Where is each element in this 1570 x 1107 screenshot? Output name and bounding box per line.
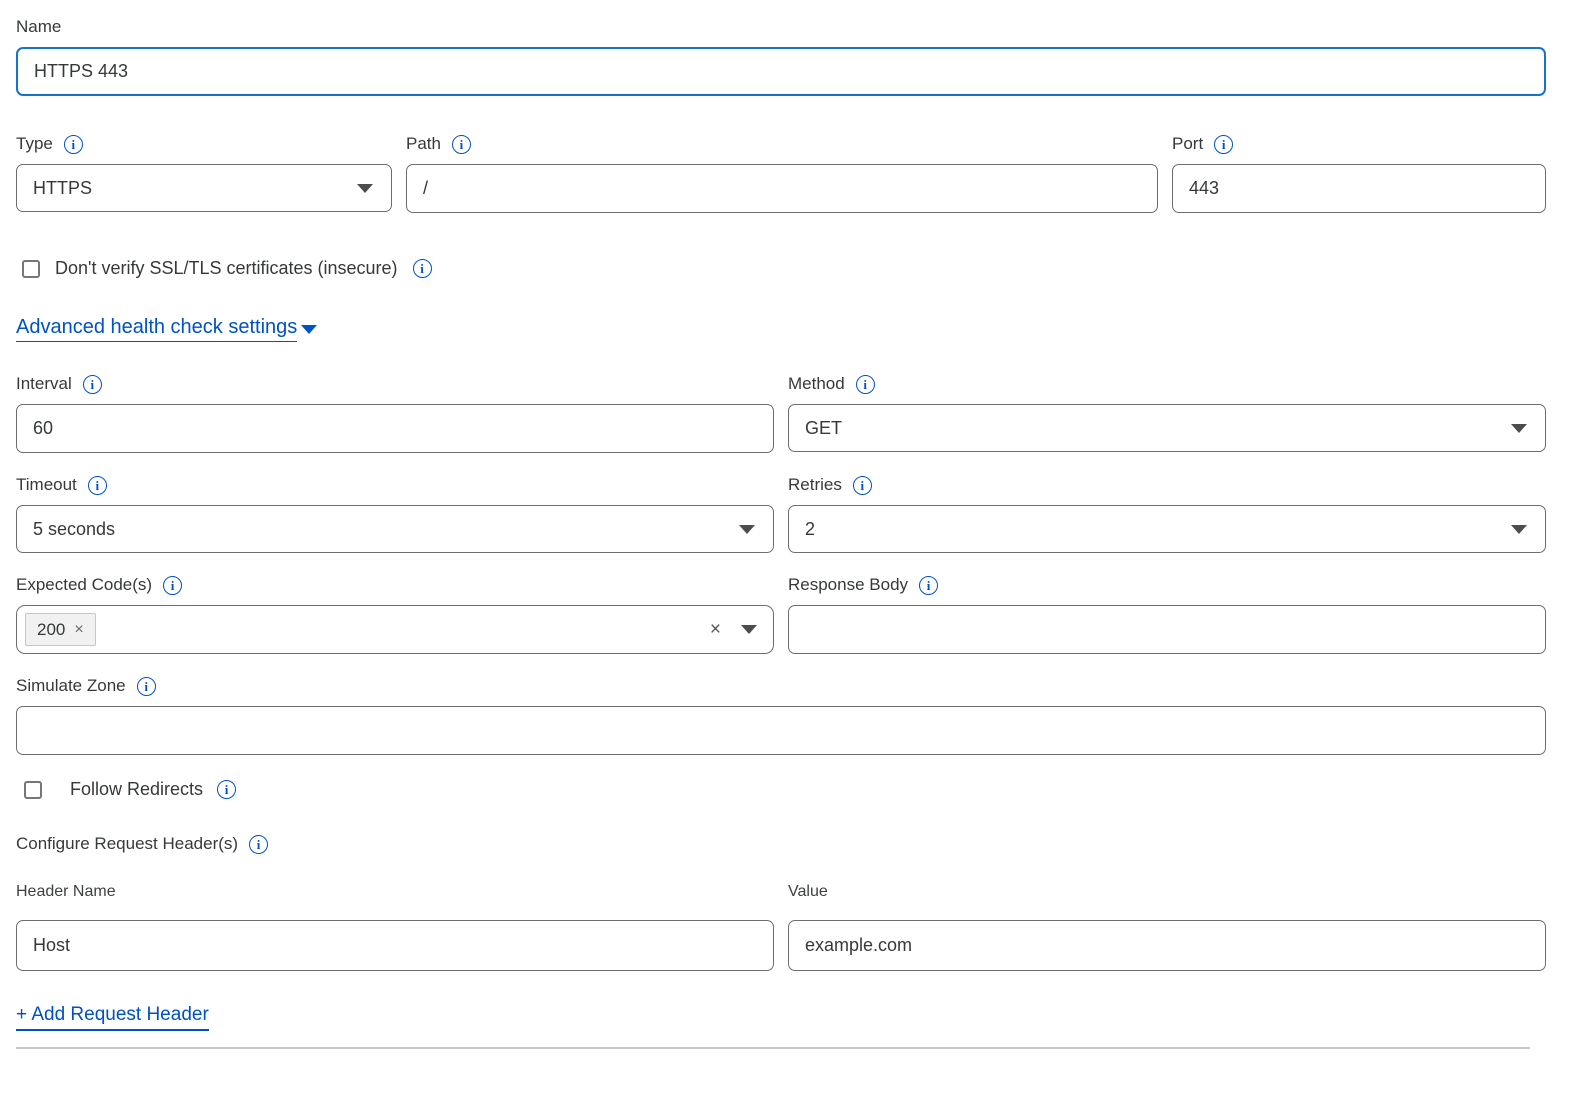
type-select[interactable]: HTTPS bbox=[16, 164, 392, 212]
interval-field-group: Interval i bbox=[16, 373, 774, 453]
retries-selected-value: 2 bbox=[805, 519, 815, 540]
method-select[interactable]: GET bbox=[788, 404, 1546, 452]
retries-label-text: Retries bbox=[788, 474, 842, 496]
request-header-row: Header Name Value bbox=[16, 881, 1546, 971]
method-label: Method i bbox=[788, 373, 1546, 395]
port-label-text: Port bbox=[1172, 133, 1203, 155]
port-field-group: Port i bbox=[1172, 133, 1546, 213]
verify-ssl-label: Don't verify SSL/TLS certificates (insec… bbox=[55, 258, 398, 279]
follow-redirects-label: Follow Redirects bbox=[70, 779, 203, 800]
chevron-down-icon bbox=[741, 625, 757, 634]
interval-input[interactable] bbox=[16, 404, 774, 453]
chevron-down-icon bbox=[1511, 424, 1527, 433]
type-info-icon[interactable]: i bbox=[64, 135, 83, 154]
simulate-zone-label-text: Simulate Zone bbox=[16, 675, 126, 697]
triangle-down-icon bbox=[301, 325, 317, 334]
path-input[interactable] bbox=[406, 164, 1158, 213]
method-selected-value: GET bbox=[805, 418, 842, 439]
retries-select[interactable]: 2 bbox=[788, 505, 1546, 553]
simulate-zone-label: Simulate Zone i bbox=[16, 675, 1546, 697]
header-name-label-text: Header Name bbox=[16, 881, 116, 903]
chevron-down-icon bbox=[1511, 525, 1527, 534]
advanced-settings-row: Advanced health check settings bbox=[16, 316, 1546, 342]
retries-label: Retries i bbox=[788, 474, 1546, 496]
health-check-form: Name Type i HTTPS Path i Port i bbox=[0, 0, 1570, 1049]
verify-ssl-info-icon[interactable]: i bbox=[413, 259, 432, 278]
port-info-icon[interactable]: i bbox=[1214, 135, 1233, 154]
simulate-zone-input[interactable] bbox=[16, 706, 1546, 755]
verify-ssl-checkbox[interactable] bbox=[22, 260, 40, 278]
advanced-settings-link-text: Advanced health check settings bbox=[16, 316, 297, 342]
type-field-group: Type i HTTPS bbox=[16, 133, 392, 213]
port-label: Port i bbox=[1172, 133, 1546, 155]
timeout-field-group: Timeout i 5 seconds bbox=[16, 474, 774, 553]
type-selected-value: HTTPS bbox=[33, 178, 92, 199]
port-input[interactable] bbox=[1172, 164, 1546, 213]
header-value-input[interactable] bbox=[788, 920, 1546, 971]
header-value-label-text: Value bbox=[788, 881, 828, 903]
timeout-label: Timeout i bbox=[16, 474, 774, 496]
name-label-text: Name bbox=[16, 16, 61, 38]
verify-ssl-checkbox-row: Don't verify SSL/TLS certificates (insec… bbox=[16, 258, 1546, 279]
simulate-zone-info-icon[interactable]: i bbox=[137, 677, 156, 696]
section-divider bbox=[16, 1047, 1530, 1049]
type-path-port-row: Type i HTTPS Path i Port i bbox=[16, 133, 1546, 213]
interval-label-text: Interval bbox=[16, 373, 72, 395]
response-body-field-group: Response Body i bbox=[788, 574, 1546, 654]
expected-code-tag: 200 × bbox=[25, 613, 96, 646]
method-info-icon[interactable]: i bbox=[856, 375, 875, 394]
name-label: Name bbox=[16, 16, 1546, 38]
header-name-input[interactable] bbox=[16, 920, 774, 971]
header-name-label: Header Name bbox=[16, 881, 774, 903]
simulate-zone-field-group: Simulate Zone i bbox=[16, 675, 1546, 755]
type-label: Type i bbox=[16, 133, 392, 155]
type-label-text: Type bbox=[16, 133, 53, 155]
expected-codes-field-group: Expected Code(s) i 200 × × bbox=[16, 574, 774, 654]
expected-codes-info-icon[interactable]: i bbox=[163, 576, 182, 595]
method-field-group: Method i GET bbox=[788, 373, 1546, 453]
timeout-label-text: Timeout bbox=[16, 474, 77, 496]
expected-codes-multiselect[interactable]: 200 × × bbox=[16, 605, 774, 654]
header-value-label: Value bbox=[788, 881, 1546, 903]
method-label-text: Method bbox=[788, 373, 845, 395]
retries-info-icon[interactable]: i bbox=[853, 476, 872, 495]
header-value-field-group: Value bbox=[788, 881, 1546, 971]
path-info-icon[interactable]: i bbox=[452, 135, 471, 154]
follow-redirects-checkbox[interactable] bbox=[24, 781, 42, 799]
remove-tag-icon[interactable]: × bbox=[74, 621, 83, 639]
chevron-down-icon bbox=[739, 525, 755, 534]
expected-code-tag-text: 200 bbox=[37, 620, 65, 640]
header-name-field-group: Header Name bbox=[16, 881, 774, 971]
interval-info-icon[interactable]: i bbox=[83, 375, 102, 394]
name-field-group: Name bbox=[16, 16, 1546, 96]
follow-redirects-row: Follow Redirects i bbox=[16, 779, 1546, 800]
add-request-header-link[interactable]: + Add Request Header bbox=[16, 1004, 209, 1031]
retries-field-group: Retries i 2 bbox=[788, 474, 1546, 553]
timeout-selected-value: 5 seconds bbox=[33, 519, 115, 540]
add-request-header-link-text: + Add Request Header bbox=[16, 1004, 209, 1031]
advanced-settings-link[interactable]: Advanced health check settings bbox=[16, 316, 317, 342]
response-body-input[interactable] bbox=[788, 605, 1546, 654]
chevron-down-icon bbox=[357, 184, 373, 193]
path-label: Path i bbox=[406, 133, 1158, 155]
timeout-select[interactable]: 5 seconds bbox=[16, 505, 774, 553]
response-body-label-text: Response Body bbox=[788, 574, 908, 596]
request-headers-info-icon[interactable]: i bbox=[249, 835, 268, 854]
timeout-info-icon[interactable]: i bbox=[88, 476, 107, 495]
path-label-text: Path bbox=[406, 133, 441, 155]
add-request-header-row: + Add Request Header bbox=[16, 1004, 1546, 1031]
interval-label: Interval i bbox=[16, 373, 774, 395]
clear-all-icon[interactable]: × bbox=[710, 619, 721, 641]
expected-codes-label: Expected Code(s) i bbox=[16, 574, 774, 596]
response-body-label: Response Body i bbox=[788, 574, 1546, 596]
path-field-group: Path i bbox=[406, 133, 1158, 213]
expected-codes-label-text: Expected Code(s) bbox=[16, 574, 152, 596]
name-input[interactable] bbox=[16, 47, 1546, 96]
advanced-fields-grid: Interval i Method i GET Timeout i 5 seco… bbox=[16, 373, 1546, 675]
follow-redirects-info-icon[interactable]: i bbox=[217, 780, 236, 799]
request-headers-section-label-text: Configure Request Header(s) bbox=[16, 833, 238, 855]
response-body-info-icon[interactable]: i bbox=[919, 576, 938, 595]
request-headers-section-label: Configure Request Header(s) i bbox=[16, 833, 1546, 855]
